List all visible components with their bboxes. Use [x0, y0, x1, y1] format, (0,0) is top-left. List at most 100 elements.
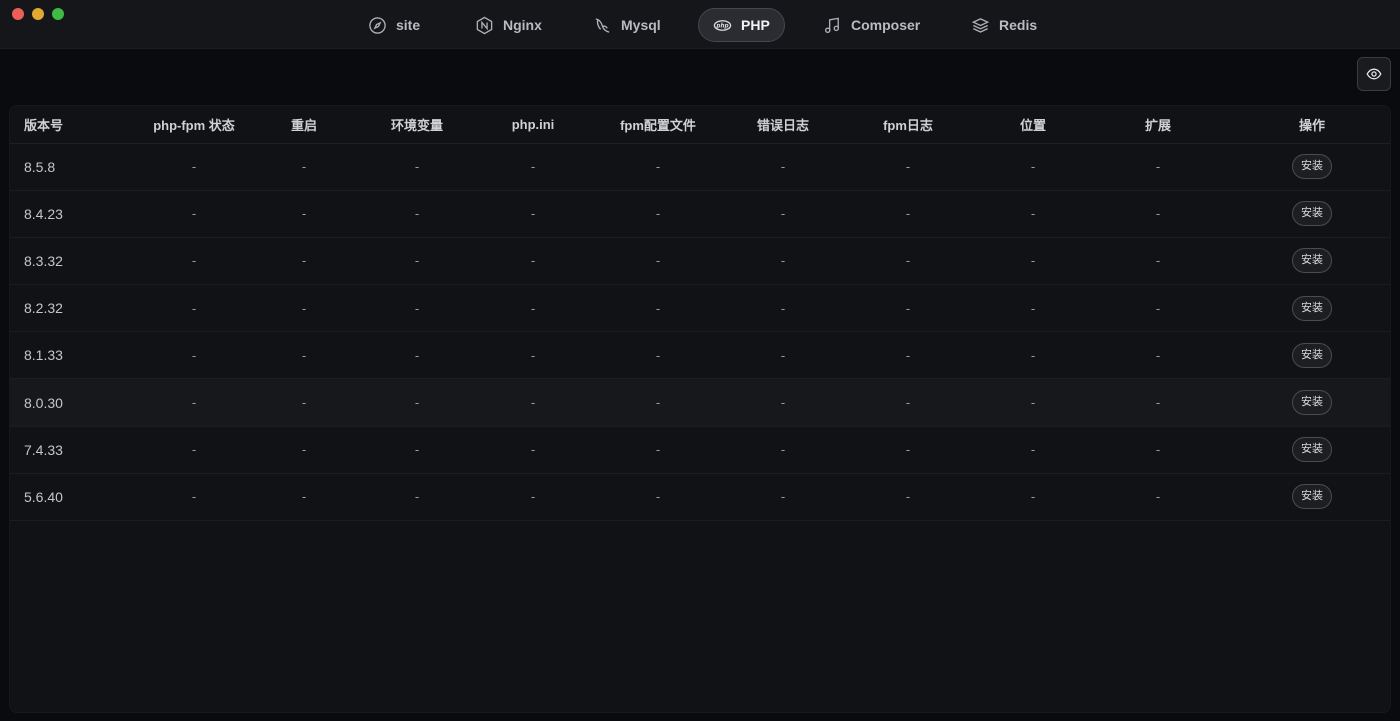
extensions-cell: -: [1084, 378, 1232, 427]
fpm-config-cell: -: [584, 284, 732, 333]
install-button[interactable]: 安装: [1292, 390, 1332, 416]
tab-nginx[interactable]: Nginx: [461, 8, 556, 42]
fpm-log-cell: -: [834, 143, 982, 191]
action-cell: 安装: [1232, 426, 1390, 474]
version-cell: 8.2.32: [10, 284, 132, 333]
location-cell: -: [982, 143, 1084, 191]
fpm-status-cell: -: [132, 426, 256, 474]
extensions-cell: -: [1084, 331, 1232, 380]
php-ini-cell: -: [482, 143, 584, 191]
tab-composer[interactable]: Composer: [809, 8, 934, 42]
action-cell: 安装: [1232, 473, 1390, 522]
action-cell: 安装: [1232, 143, 1390, 191]
install-button[interactable]: 安装: [1292, 484, 1332, 510]
fpm-log-cell: -: [834, 378, 982, 427]
version-cell: 5.6.40: [10, 473, 132, 522]
install-button[interactable]: 安装: [1292, 295, 1332, 321]
version-cell: 8.3.32: [10, 237, 132, 286]
location-cell: -: [982, 237, 1084, 286]
error-log-cell: -: [732, 237, 834, 286]
column-header-fpm-status: php-fpm 状态: [132, 106, 256, 144]
eye-icon: [1366, 68, 1382, 80]
music-note-icon: [824, 17, 840, 33]
fpm-status-cell: -: [132, 190, 256, 238]
fpm-config-cell: -: [584, 237, 732, 286]
table-row: 8.5.8- - - - - - - - - 安装: [10, 143, 1390, 191]
error-log-cell: -: [732, 426, 834, 474]
restart-cell: -: [256, 143, 352, 191]
toggle-visibility-button[interactable]: [1357, 57, 1391, 91]
table-row: 8.4.23- - - - - - - - - 安装: [10, 190, 1390, 238]
extensions-cell: -: [1084, 426, 1232, 474]
extensions-cell: -: [1084, 143, 1232, 191]
version-cell: 8.0.30: [10, 378, 132, 427]
location-cell: -: [982, 378, 1084, 427]
column-header-error-log: 错误日志: [732, 106, 834, 144]
fpm-status-cell: -: [132, 473, 256, 522]
restart-cell: -: [256, 378, 352, 427]
location-cell: -: [982, 331, 1084, 380]
tab-site[interactable]: site: [354, 8, 434, 42]
dolphin-icon: [595, 17, 610, 33]
column-header-php-ini: php.ini: [482, 106, 584, 144]
env-cell: -: [352, 284, 482, 333]
error-log-cell: -: [732, 378, 834, 427]
php-ini-cell: -: [482, 284, 584, 333]
env-cell: -: [352, 237, 482, 286]
fpm-log-cell: -: [834, 237, 982, 286]
layers-icon: [971, 17, 990, 33]
fpm-log-cell: -: [834, 426, 982, 474]
fpm-log-cell: -: [834, 190, 982, 238]
error-log-cell: -: [732, 190, 834, 238]
tab-php[interactable]: php PHP: [698, 8, 785, 42]
version-cell: 8.4.23: [10, 190, 132, 238]
env-cell: -: [352, 190, 482, 238]
tab-redis[interactable]: Redis: [957, 8, 1051, 42]
php-ini-cell: -: [482, 378, 584, 427]
php-ini-cell: -: [482, 237, 584, 286]
fpm-status-cell: -: [132, 143, 256, 191]
install-button[interactable]: 安装: [1292, 437, 1332, 463]
column-header-fpm-config: fpm配置文件: [584, 106, 732, 144]
fpm-status-cell: -: [132, 237, 256, 286]
extensions-cell: -: [1084, 237, 1232, 286]
extensions-cell: -: [1084, 284, 1232, 333]
php-versions-table: 版本号 php-fpm 状态 重启 环境变量 php.ini fpm配置文件 错…: [9, 105, 1391, 713]
install-button[interactable]: 安装: [1292, 248, 1332, 274]
svg-text:php: php: [715, 23, 728, 29]
column-header-restart: 重启: [256, 106, 352, 144]
restart-cell: -: [256, 237, 352, 286]
restart-cell: -: [256, 426, 352, 474]
fpm-log-cell: -: [834, 284, 982, 333]
action-cell: 安装: [1232, 190, 1390, 238]
fpm-status-cell: -: [132, 284, 256, 333]
title-bar: site Nginx Mysql php PHP Composer Redis: [0, 0, 1400, 49]
error-log-cell: -: [732, 331, 834, 380]
fpm-config-cell: -: [584, 190, 732, 238]
fpm-config-cell: -: [584, 473, 732, 522]
table-row: 8.1.33- - - - - - - - - 安装: [10, 331, 1390, 380]
install-button[interactable]: 安装: [1292, 342, 1332, 368]
location-cell: -: [982, 473, 1084, 522]
fpm-config-cell: -: [584, 143, 732, 191]
version-cell: 8.5.8: [10, 143, 132, 191]
install-button[interactable]: 安装: [1292, 154, 1332, 180]
php-ini-cell: -: [482, 331, 584, 380]
restart-cell: -: [256, 190, 352, 238]
action-cell: 安装: [1232, 237, 1390, 286]
error-log-cell: -: [732, 143, 834, 191]
table-row: 8.3.32- - - - - - - - - 安装: [10, 237, 1390, 286]
env-cell: -: [352, 473, 482, 522]
table-row: 7.4.33- - - - - - - - - 安装: [10, 426, 1390, 474]
env-cell: -: [352, 331, 482, 380]
table-row: 5.6.40- - - - - - - - - 安装: [10, 473, 1390, 522]
version-cell: 8.1.33: [10, 331, 132, 380]
install-button[interactable]: 安装: [1292, 201, 1332, 227]
fpm-config-cell: -: [584, 378, 732, 427]
tab-mysql[interactable]: Mysql: [579, 8, 675, 42]
nginx-icon: [476, 16, 493, 34]
compass-icon: [369, 16, 386, 34]
table-row: 8.0.30- - - - - - - - - 安装: [10, 378, 1390, 427]
column-header-extensions: 扩展: [1084, 106, 1232, 144]
column-header-env: 环境变量: [352, 106, 482, 144]
